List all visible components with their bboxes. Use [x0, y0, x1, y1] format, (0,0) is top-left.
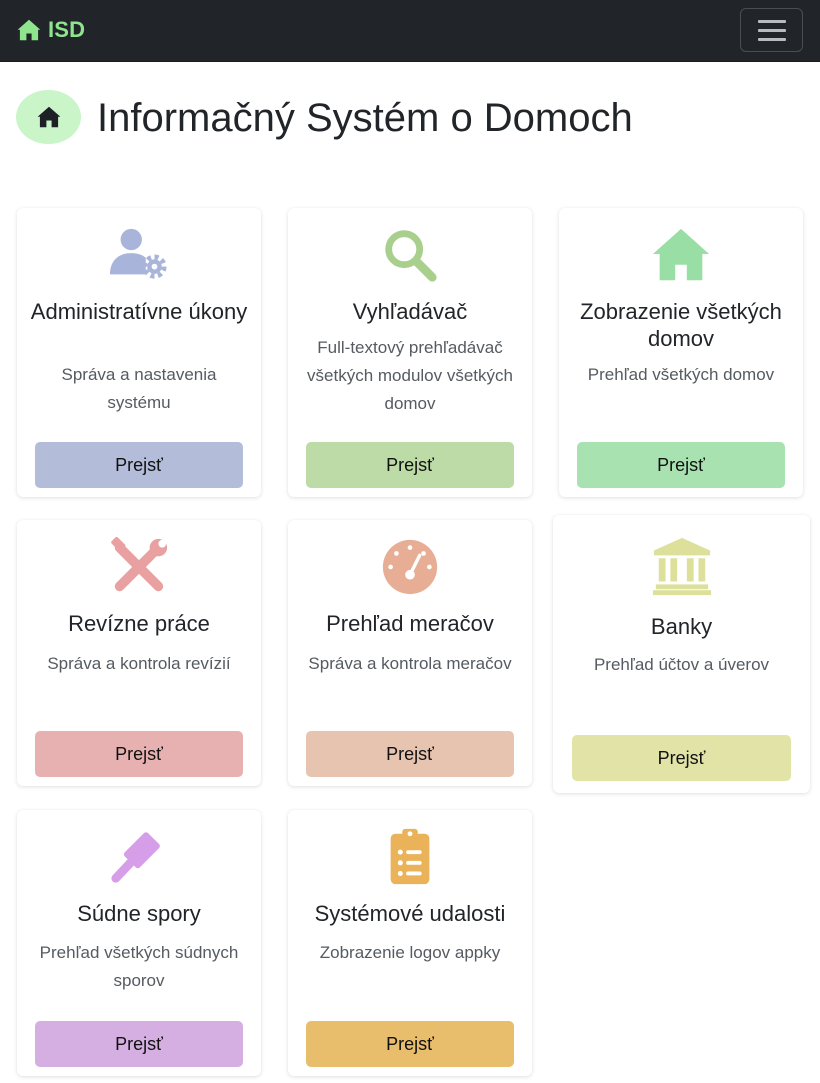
- card-all-houses: Zobrazenie všetkých domov Prehľad všetký…: [559, 208, 803, 497]
- card-button-search[interactable]: Prejsť: [306, 442, 514, 488]
- bank-icon: [652, 537, 711, 596]
- card-text: Správa a nastavenia systému: [61, 365, 217, 412]
- header-home-badge: [16, 90, 81, 144]
- page-title: Informačný Systém o Domoch: [97, 96, 633, 140]
- card-button-lawsuits[interactable]: Prejsť: [35, 1021, 243, 1067]
- card-button-system-events[interactable]: Prejsť: [306, 1021, 514, 1067]
- brand-name: ISD: [48, 17, 86, 42]
- card-button-administrative[interactable]: Prejsť: [35, 442, 243, 488]
- user-gear-icon: [109, 228, 167, 279]
- card-title: Prehľad meračov: [326, 611, 494, 636]
- card-title: Súdne spory: [77, 901, 201, 926]
- hamburger-icon: [757, 19, 786, 23]
- navbar: ISD: [0, 0, 820, 62]
- card-text: Zobrazenie logov appky: [319, 943, 501, 962]
- card-banks: Banky Prehľad účtov a úverov Prejsť: [553, 515, 810, 793]
- card-title: Zobrazenie všetkých domov: [580, 299, 782, 351]
- card-lawsuits: Súdne spory Prehľad všetkých súdnych spo…: [17, 810, 261, 1076]
- card-button-revisions[interactable]: Prejsť: [35, 731, 243, 777]
- card-text: Prehľad všetkých súdnych sporov: [39, 943, 239, 990]
- card-title: Banky: [650, 614, 713, 639]
- card-button-banks[interactable]: Prejsť: [572, 735, 791, 781]
- tools-icon: [111, 537, 168, 592]
- card-search: Vyhľadávač Full-textový prehľadávač všet…: [288, 208, 532, 497]
- card-text: Správa a kontrola revízií: [47, 654, 231, 673]
- gauge-icon: [382, 539, 438, 595]
- brand-link[interactable]: ISD: [16, 14, 85, 46]
- house-icon: [652, 228, 710, 281]
- home-icon: [17, 19, 41, 41]
- navbar-toggle-button[interactable]: [740, 8, 803, 52]
- card-revisions: Revízne práce Správa a kontrola revízií …: [17, 520, 261, 786]
- card-title: Systémové udalosti: [314, 901, 506, 926]
- card-title: Administratívne úkony: [30, 299, 248, 324]
- card-title: Vyhľadávač: [352, 299, 468, 324]
- card-system-events: Systémové udalosti Zobrazenie logov appk…: [288, 810, 532, 1076]
- card-administrative: Administratívne úkony Správa a nastaveni…: [17, 208, 261, 497]
- card-title: Revízne práce: [68, 611, 210, 636]
- card-meters: Prehľad meračov Správa a kontrola meračo…: [288, 520, 532, 786]
- magnifier-icon: [385, 230, 437, 282]
- card-text: Prehľad všetkých domov: [587, 365, 775, 384]
- card-text: Správa a kontrola meračov: [308, 654, 512, 673]
- card-text: Prehľad účtov a úverov: [593, 655, 770, 674]
- clipboard-list-icon: [390, 828, 430, 885]
- card-text: Full-textový prehľadávač všetkých modulo…: [307, 338, 513, 413]
- gavel-icon: [111, 832, 160, 883]
- card-button-all-houses[interactable]: Prejsť: [577, 442, 785, 488]
- home-icon: [37, 106, 60, 128]
- card-button-meters[interactable]: Prejsť: [306, 731, 514, 777]
